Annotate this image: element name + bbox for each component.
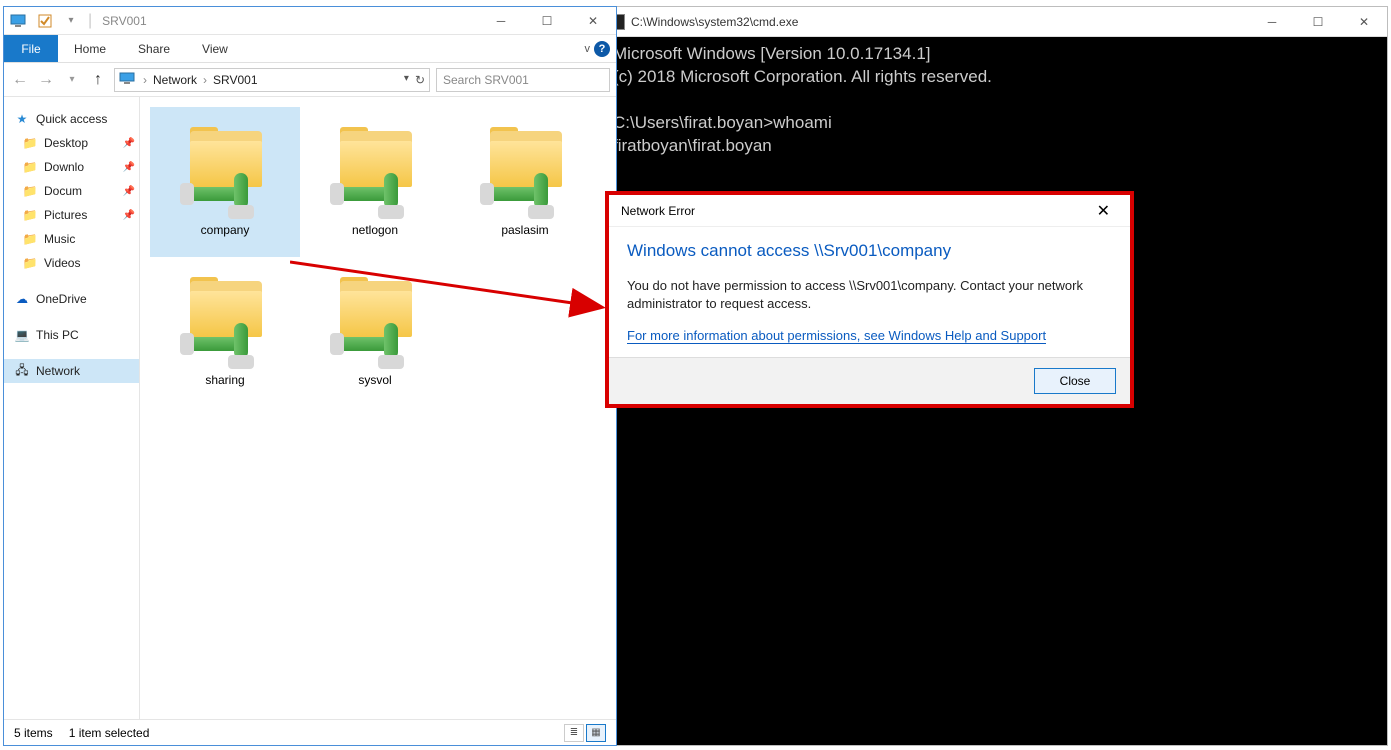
file-item-sharing[interactable]: sharing [150,257,300,407]
sidebar-item-pictures[interactable]: 📁Pictures📌 [4,203,139,227]
file-label: netlogon [352,223,398,237]
pc-icon [10,12,28,30]
explorer-titlebar[interactable]: ▾ | SRV001 ─ ☐ ✕ [4,7,616,35]
pc-icon: 💻 [14,327,30,343]
status-item-count: 5 items [14,726,53,740]
nav-up-button[interactable]: ↑ [88,71,108,89]
folder-icon: 📁 [22,231,38,247]
sidebar-network[interactable]: 🖧Network [4,359,139,383]
network-error-dialog: Network Error ✕ Windows cannot access \\… [605,191,1134,408]
cmd-minimize-button[interactable]: ─ [1249,8,1295,36]
file-item-paslasim[interactable]: paslasim [450,107,600,257]
ribbon-tabs: File Home Share View v ? [4,35,616,63]
explorer-maximize-button[interactable]: ☐ [524,7,570,35]
cmd-title-text: C:\Windows\system32\cmd.exe [631,15,798,29]
network-share-icon [180,277,270,367]
sidebar-thispc[interactable]: 💻This PC [4,323,139,347]
pin-icon: 📌 [123,186,135,197]
qat-divider-icon: ▾ [62,12,80,30]
dialog-message: You do not have permission to access \\S… [627,277,1112,312]
folder-icon: 📁 [22,183,38,199]
pin-icon: 📌 [123,162,135,173]
ribbon-view-tab[interactable]: View [186,35,244,62]
nav-back-button[interactable]: ← [10,71,30,89]
folder-icon: 📁 [22,135,38,151]
breadcrumb-srv001[interactable]: SRV001 [213,73,257,87]
file-item-sysvol[interactable]: sysvol [300,257,450,407]
dialog-heading: Windows cannot access \\Srv001\company [627,241,1112,261]
properties-icon[interactable] [36,12,54,30]
refresh-icon[interactable]: ↻ [415,73,425,87]
view-icons-button[interactable]: ▦ [586,724,606,742]
folder-icon: 📁 [22,255,38,271]
cmd-titlebar[interactable]: C:\Windows\system32\cmd.exe ─ ☐ ✕ [603,7,1387,37]
ribbon-file-tab[interactable]: File [4,35,58,62]
dialog-titlebar[interactable]: Network Error ✕ [609,195,1130,227]
search-input[interactable]: Search SRV001 [436,68,610,92]
navigation-bar: ← → ▾ ↑ › Network › SRV001 ▾ ↻ Search SR… [4,63,616,97]
pin-icon: 📌 [123,210,135,221]
dialog-title-text: Network Error [621,204,695,218]
dialog-help-link[interactable]: For more information about permissions, … [627,328,1046,344]
file-label: paslasim [501,223,548,237]
sidebar-item-documents[interactable]: 📁Docum📌 [4,179,139,203]
file-item-netlogon[interactable]: netlogon [300,107,450,257]
sidebar-item-videos[interactable]: 📁Videos [4,251,139,275]
sidebar-quick-access[interactable]: ★ Quick access [4,107,139,131]
pc-icon [119,72,137,87]
ribbon-expand-icon[interactable]: v [585,43,591,55]
network-share-icon [180,127,270,217]
view-details-button[interactable]: ≣ [564,724,584,742]
breadcrumb-network[interactable]: Network [153,73,197,87]
address-bar[interactable]: › Network › SRV001 ▾ ↻ [114,68,430,92]
nav-recent-dropdown[interactable]: ▾ [62,74,82,85]
nav-forward-button[interactable]: → [36,71,56,89]
cmd-close-button[interactable]: ✕ [1341,8,1387,36]
file-label: sharing [205,373,244,387]
sidebar-item-music[interactable]: 📁Music [4,227,139,251]
pin-icon: 📌 [123,138,135,149]
star-icon: ★ [14,111,30,127]
sidebar-onedrive[interactable]: ☁OneDrive [4,287,139,311]
sidebar-item-desktop[interactable]: 📁Desktop📌 [4,131,139,155]
ribbon-share-tab[interactable]: Share [122,35,186,62]
onedrive-icon: ☁ [14,291,30,307]
dialog-close-icon[interactable]: ✕ [1089,197,1118,225]
network-share-icon [480,127,570,217]
folder-icon: 📁 [22,159,38,175]
file-label: sysvol [358,373,391,387]
folder-icon: 📁 [22,207,38,223]
cmd-maximize-button[interactable]: ☐ [1295,8,1341,36]
files-pane[interactable]: company netlogon paslasim sharing sysvol [140,97,616,719]
status-selection: 1 item selected [69,726,150,740]
ribbon-home-tab[interactable]: Home [58,35,122,62]
nav-sidebar: ★ Quick access 📁Desktop📌 📁Downlo📌 📁Docum… [4,97,140,719]
explorer-window: ▾ | SRV001 ─ ☐ ✕ File Home Share View v … [3,6,617,746]
network-share-icon [330,277,420,367]
sidebar-item-downloads[interactable]: 📁Downlo📌 [4,155,139,179]
explorer-title-text: SRV001 [102,14,146,28]
help-icon[interactable]: ? [594,41,610,57]
network-icon: 🖧 [14,363,30,379]
explorer-close-button[interactable]: ✕ [570,7,616,35]
file-label: company [201,223,250,237]
cmd-output[interactable]: Microsoft Windows [Version 10.0.17134.1]… [603,37,1387,164]
explorer-minimize-button[interactable]: ─ [478,7,524,35]
address-dropdown-icon[interactable]: ▾ [404,73,409,87]
file-item-company[interactable]: company [150,107,300,257]
network-share-icon [330,127,420,217]
dialog-close-button[interactable]: Close [1034,368,1116,394]
status-bar: 5 items 1 item selected ≣ ▦ [4,719,616,745]
